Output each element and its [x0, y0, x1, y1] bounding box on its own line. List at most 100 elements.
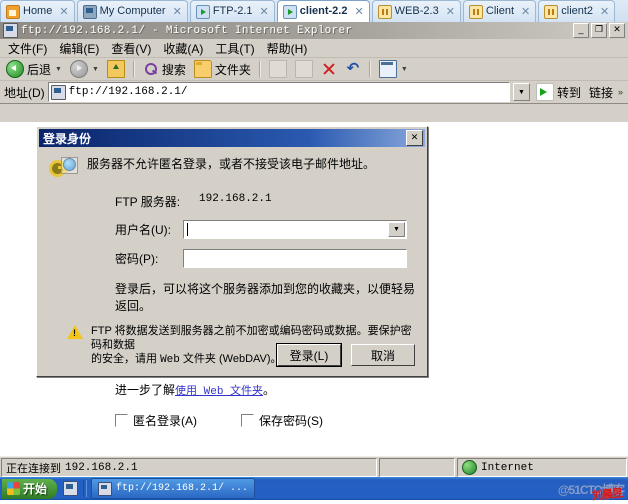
- username-row: 用户名(U): ▼: [115, 220, 415, 239]
- ie-icon: [50, 84, 66, 100]
- chevron-down-icon[interactable]: ▼: [92, 66, 99, 73]
- delete-button[interactable]: [318, 59, 340, 79]
- chevron-down-icon[interactable]: ▼: [401, 66, 408, 73]
- learn-more-line: 进一步了解使用 Web 文件夹。: [115, 381, 415, 398]
- toolbar-separator: [132, 61, 135, 77]
- learn-more-suffix: 。: [263, 383, 276, 397]
- login-button[interactable]: 登录(L): [277, 344, 341, 366]
- folders-button[interactable]: 文件夹: [191, 59, 254, 79]
- vm-tab-label: Client: [485, 5, 515, 17]
- favorites-hint: 登录后，可以将这个服务器添加到您的收藏夹，以便轻易返回。: [115, 282, 416, 313]
- windows-logo-icon: [7, 482, 20, 495]
- vm-tab-client-2-2[interactable]: client-2.2 ✕: [276, 0, 370, 22]
- vm-running-icon: [282, 4, 297, 19]
- close-icon[interactable]: ✕: [260, 5, 269, 18]
- close-button[interactable]: ✕: [609, 23, 625, 38]
- vm-tab-label: FTP-2.1: [212, 5, 253, 17]
- title-bar: ftp://192.168.2.1/ - Microsoft Internet …: [0, 22, 628, 39]
- vm-tab-web-2-3[interactable]: WEB-2.3 ✕: [371, 0, 461, 22]
- ie-icon: [3, 23, 18, 38]
- go-arrow-icon: [535, 83, 554, 101]
- forward-button[interactable]: ▼: [67, 59, 102, 79]
- search-label: 搜索: [161, 62, 186, 77]
- warning-line-2-prefix: 的安全，请用: [91, 353, 161, 365]
- warning-line-2-mono: Web: [160, 354, 180, 366]
- vm-tab-strip: Home ✕ My Computer ✕ FTP-2.1 ✕ client-2.…: [0, 0, 628, 23]
- menu-view[interactable]: 查看(V): [107, 39, 159, 58]
- up-button[interactable]: [104, 59, 128, 79]
- menu-help[interactable]: 帮助(H): [263, 39, 316, 58]
- menu-file[interactable]: 文件(F): [4, 39, 55, 58]
- warning-line-2-suffix: 文件夹 (WebDAV)。: [179, 353, 282, 365]
- up-folder-icon: [106, 60, 125, 78]
- security-zone-pane[interactable]: Internet: [457, 458, 627, 477]
- close-icon[interactable]: ✕: [600, 5, 609, 18]
- chevron-down-icon[interactable]: ▼: [55, 66, 62, 73]
- close-icon[interactable]: ✕: [406, 130, 423, 146]
- back-arrow-icon: [6, 60, 24, 78]
- dialog-button-row: 登录(L) 取消: [277, 344, 415, 366]
- move-to-button[interactable]: [266, 59, 290, 79]
- taskbar: 开始 ftp://192.168.2.1/ ...: [0, 477, 628, 500]
- globe-icon: [462, 460, 477, 475]
- text-caret: [187, 223, 188, 236]
- dialog-title-bar: 登录身份 ✕: [39, 129, 425, 147]
- forward-arrow-icon: [69, 60, 88, 78]
- toolbar-separator: [258, 61, 261, 77]
- close-icon[interactable]: ✕: [521, 5, 530, 18]
- close-icon[interactable]: ✕: [59, 5, 68, 18]
- back-label: 后退: [27, 62, 52, 77]
- vm-tab-ftp-2-1[interactable]: FTP-2.1 ✕: [189, 0, 275, 22]
- logon-dialog: 登录身份 ✕ 服务器不允许匿名登录，或者不接受该电子邮件地址。 FTP 服务器:…: [36, 126, 428, 428]
- vm-tab-client[interactable]: Client ✕: [462, 0, 537, 22]
- close-icon[interactable]: ✕: [446, 5, 455, 18]
- ftp-server-value: 192.168.2.1: [199, 193, 272, 205]
- maximize-button[interactable]: ❐: [591, 23, 607, 38]
- dialog-title: 登录身份: [43, 131, 92, 146]
- views-button[interactable]: ▼: [376, 59, 411, 79]
- ie-icon: [62, 481, 78, 496]
- status-message-prefix: 正在连接到: [6, 462, 61, 475]
- address-bar: 地址(D) ftp://192.168.2.1/ ▼ 转到 链接 »: [0, 81, 628, 104]
- start-button[interactable]: 开始: [2, 478, 58, 499]
- minimize-button[interactable]: _: [573, 23, 589, 38]
- options-row: 匿名登录(A) 保存密码(S): [115, 412, 415, 429]
- back-button[interactable]: 后退 ▼: [3, 59, 65, 79]
- delete-icon: [321, 61, 337, 77]
- address-dropdown-button[interactable]: ▼: [512, 83, 530, 101]
- address-input[interactable]: ftp://192.168.2.1/: [47, 82, 510, 102]
- menu-favorites[interactable]: 收藏(A): [159, 39, 211, 58]
- screen: Home ✕ My Computer ✕ FTP-2.1 ✕ client-2.…: [0, 0, 628, 503]
- menu-edit[interactable]: 编辑(E): [55, 39, 107, 58]
- vm-tab-client2[interactable]: client2 ✕: [538, 0, 616, 22]
- quicklaunch-ie-button[interactable]: [61, 480, 79, 498]
- anonymous-login-checkbox[interactable]: 匿名登录(A): [115, 412, 197, 429]
- cancel-button[interactable]: 取消: [351, 344, 415, 366]
- copy-to-button[interactable]: [292, 59, 316, 79]
- vm-suspended-icon: [468, 4, 483, 19]
- links-label[interactable]: 链接: [587, 84, 615, 101]
- save-password-checkbox[interactable]: 保存密码(S): [241, 412, 323, 429]
- web-folders-link[interactable]: 使用 Web 文件夹: [175, 386, 263, 398]
- monitor-icon: [82, 4, 97, 19]
- close-icon[interactable]: ✕: [354, 5, 363, 18]
- move-to-folder-icon: [268, 60, 287, 78]
- go-button[interactable]: 转到: [533, 83, 584, 101]
- taskbar-window-label: ftp://192.168.2.1/ ...: [116, 483, 249, 494]
- vm-tab-my-computer[interactable]: My Computer ✕: [76, 0, 188, 22]
- username-dropdown-button[interactable]: ▼: [388, 222, 405, 237]
- close-icon[interactable]: ✕: [173, 5, 182, 18]
- username-input[interactable]: ▼: [183, 220, 407, 239]
- password-input[interactable]: [183, 249, 407, 268]
- menu-bar: 文件(F) 编辑(E) 查看(V) 收藏(A) 工具(T) 帮助(H): [0, 39, 628, 58]
- address-label: 地址(D): [4, 85, 45, 100]
- search-button[interactable]: 搜索: [140, 59, 189, 79]
- menu-tools[interactable]: 工具(T): [211, 39, 262, 58]
- taskbar-window-button[interactable]: ftp://192.168.2.1/ ...: [91, 478, 256, 499]
- vm-suspended-icon: [544, 4, 559, 19]
- undo-button[interactable]: ↶: [342, 59, 364, 79]
- tool-bar: 后退 ▼ ▼ 搜索 文件夹 ↶ ▼: [0, 58, 628, 81]
- views-icon: [378, 60, 397, 78]
- chevron-right-icon[interactable]: »: [618, 87, 626, 97]
- vm-tab-home[interactable]: Home ✕: [0, 0, 75, 22]
